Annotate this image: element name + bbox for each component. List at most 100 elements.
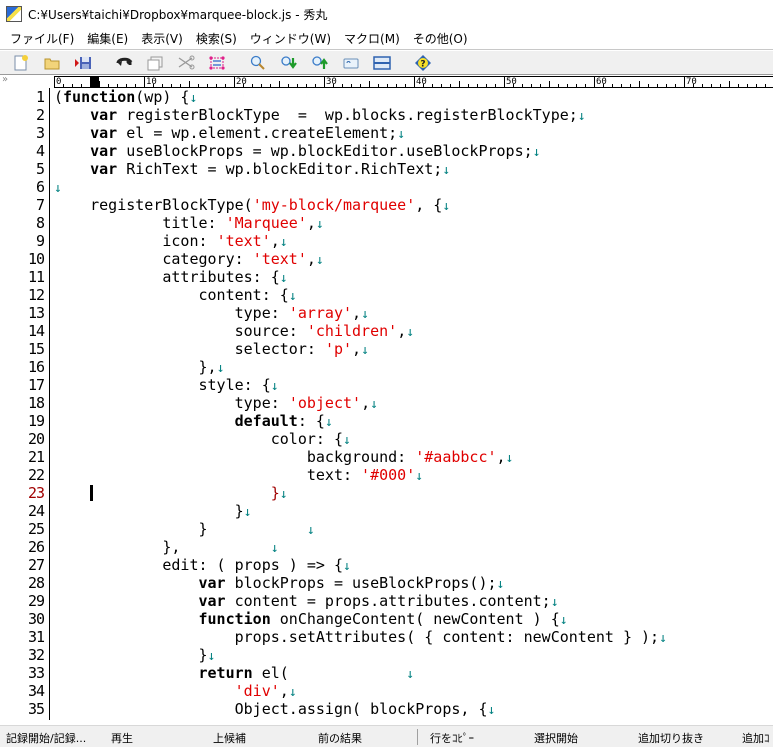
ruler-tick xyxy=(333,84,334,87)
find-next-button[interactable] xyxy=(278,53,300,73)
ruler-tick xyxy=(225,84,226,87)
code-line[interactable]: 29 var content = props.attributes.conten… xyxy=(0,592,773,610)
code-token: } xyxy=(54,520,307,538)
code-line[interactable]: 26 }, ↓ xyxy=(0,538,773,556)
code-line[interactable]: 21 background: '#aabbcc',↓ xyxy=(0,448,773,466)
fkey-record-macro[interactable]: 記録開始/記録... xyxy=(6,730,86,746)
code-line[interactable]: 15 selector: 'p',↓ xyxy=(0,340,773,358)
code-line[interactable]: 9 icon: 'text',↓ xyxy=(0,232,773,250)
code-token: ( xyxy=(54,88,64,106)
fkey-append-copy[interactable]: 追加ｺ xyxy=(742,730,770,746)
ruler-tick xyxy=(729,81,730,87)
code-line[interactable]: 28 var blockProps = useBlockProps();↓ xyxy=(0,574,773,592)
code-line[interactable]: 20 color: {↓ xyxy=(0,430,773,448)
code-line[interactable]: 7 registerBlockType('my-block/marquee', … xyxy=(0,196,773,214)
cut-button[interactable] xyxy=(175,53,197,73)
code-line[interactable]: 23 }↓ xyxy=(0,484,773,502)
menu-macro[interactable]: マクロ(M) xyxy=(338,30,406,47)
code-line[interactable]: 13 type: 'array',↓ xyxy=(0,304,773,322)
code-line[interactable]: 31 props.setAttributes( { content: newCo… xyxy=(0,628,773,646)
code-text: ↓ xyxy=(54,178,62,198)
code-line[interactable]: 33 return el( ↓ xyxy=(0,664,773,682)
ruler-tick xyxy=(270,84,271,87)
code-line[interactable]: 36 className: "marquee-block",↓ xyxy=(0,718,773,720)
menu-file[interactable]: ファイル(F) xyxy=(4,30,80,47)
find-prev-button[interactable] xyxy=(309,53,331,73)
fkey-append-cut[interactable]: 追加切り抜き xyxy=(638,730,704,746)
string-token: 'p' xyxy=(324,340,353,358)
menu-search[interactable]: 検索(S) xyxy=(190,30,243,47)
fkey-play-macro[interactable]: 再生 xyxy=(111,730,133,746)
ruler-tick xyxy=(63,84,64,87)
code-token: selector: xyxy=(54,340,325,358)
ruler-tick xyxy=(468,84,469,87)
ruler-tick xyxy=(99,81,100,87)
fkey-prev-candidate[interactable]: 上候補 xyxy=(213,730,246,746)
select-range-button[interactable] xyxy=(206,53,228,73)
ruler-tick xyxy=(567,84,568,87)
newline-mark-icon: ↓ xyxy=(54,181,62,196)
keyword-token: function xyxy=(198,610,271,628)
menu-other[interactable]: その他(O) xyxy=(407,30,474,47)
code-line[interactable]: 18 type: 'object',↓ xyxy=(0,394,773,412)
bracket-token: } xyxy=(270,484,280,502)
code-line[interactable]: 4 var useBlockProps = wp.blockEditor.use… xyxy=(0,142,773,160)
code-text: function onChangeContent( newContent ) {… xyxy=(54,610,568,630)
code-line[interactable]: 8 title: 'Marquee',↓ xyxy=(0,214,773,232)
split-window-button[interactable] xyxy=(371,53,393,73)
menu-window[interactable]: ウィンドウ(W) xyxy=(244,30,337,47)
menu-view[interactable]: 表示(V) xyxy=(135,30,189,47)
find-button[interactable] xyxy=(247,53,269,73)
fkey-start-selection[interactable]: 選択開始 xyxy=(534,730,578,746)
code-token: attributes: { xyxy=(54,268,280,286)
open-file-button[interactable] xyxy=(41,53,63,73)
code-line[interactable]: 12 content: {↓ xyxy=(0,286,773,304)
newline-mark-icon: ↓ xyxy=(442,163,451,178)
code-line[interactable]: 5 var RichText = wp.blockEditor.RichText… xyxy=(0,160,773,178)
toolbar: ? xyxy=(0,51,773,75)
keyword-token: var xyxy=(90,142,118,160)
copy-button[interactable] xyxy=(144,53,166,73)
code-line[interactable]: 32 }↓ xyxy=(0,646,773,664)
code-line[interactable]: 14 source: 'children',↓ xyxy=(0,322,773,340)
code-line[interactable]: 6 ↓ xyxy=(0,178,773,196)
code-line[interactable]: 35 Object.assign( blockProps, {↓ xyxy=(0,700,773,718)
fkey-copy-line[interactable]: 行をｺﾋﾟｰ xyxy=(430,730,474,746)
ruler-cursor-marker xyxy=(90,77,99,87)
new-file-button[interactable] xyxy=(10,53,32,73)
code-line[interactable]: 19 default: {↓ xyxy=(0,412,773,430)
code-line[interactable]: 3 var el = wp.element.createElement;↓ xyxy=(0,124,773,142)
string-token: 'object' xyxy=(288,394,362,412)
save-file-button[interactable] xyxy=(72,53,94,73)
ruler-tick xyxy=(351,84,352,87)
newline-mark-icon: ↓ xyxy=(342,433,351,448)
code-line[interactable]: 24 }↓ xyxy=(0,502,773,520)
chevron-right-icon[interactable]: » xyxy=(2,74,8,85)
fkey-prev-result[interactable]: 前の結果 xyxy=(318,730,362,746)
text-editor[interactable]: 1 (function(wp) {↓ 2 var registerBlockType… xyxy=(0,88,773,720)
help-button[interactable]: ? xyxy=(412,53,434,73)
newline-mark-icon: ↓ xyxy=(315,217,324,232)
code-token: , xyxy=(496,448,506,466)
code-token: onChangeContent( newContent ) { xyxy=(270,610,560,628)
code-line[interactable]: 16 },↓ xyxy=(0,358,773,376)
code-line[interactable]: 25 } ↓ xyxy=(0,520,773,538)
ruler-tick xyxy=(450,84,451,87)
code-line[interactable]: 22 text: '#000'↓ xyxy=(0,466,773,484)
menu-edit[interactable]: 編集(E) xyxy=(81,30,134,47)
replace-button[interactable] xyxy=(340,53,362,73)
ruler-label: 60 xyxy=(594,77,607,87)
code-line[interactable]: 30 function onChangeContent( newContent … xyxy=(0,610,773,628)
ruler-tick xyxy=(621,84,622,87)
code-line[interactable]: 11 attributes: {↓ xyxy=(0,268,773,286)
code-line[interactable]: 17 style: {↓ xyxy=(0,376,773,394)
code-line[interactable]: 10 category: 'text',↓ xyxy=(0,250,773,268)
code-line[interactable]: 27 edit: ( props ) => {↓ xyxy=(0,556,773,574)
code-line[interactable]: 34 'div',↓ xyxy=(0,682,773,700)
code-text: source: 'children',↓ xyxy=(54,322,414,342)
code-line[interactable]: 1 (function(wp) {↓ xyxy=(0,88,773,106)
newline-mark-icon: ↓ xyxy=(577,109,586,124)
undo-button[interactable] xyxy=(113,53,135,73)
code-line[interactable]: 2 var registerBlockType = wp.blocks.regi… xyxy=(0,106,773,124)
